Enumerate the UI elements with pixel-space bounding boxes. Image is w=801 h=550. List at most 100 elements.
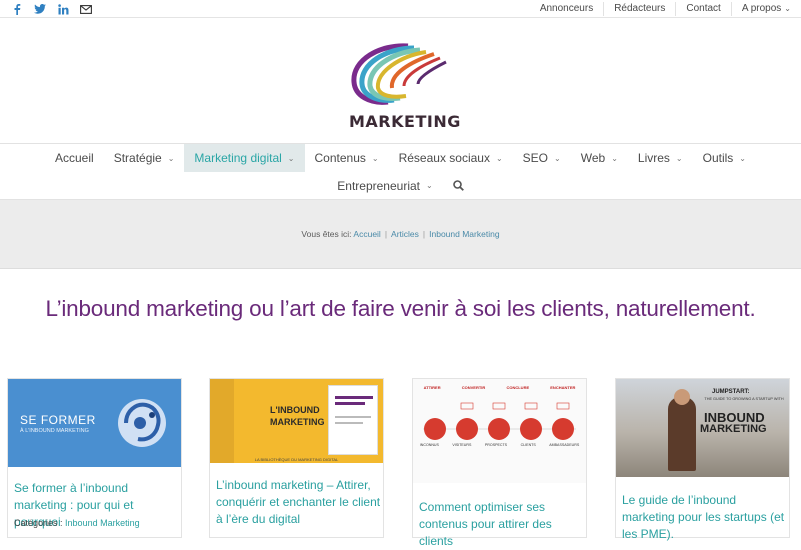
top-bar: Annonceurs Rédacteurs Contact A propos ⌄ [0, 0, 801, 18]
nav-item-label: Livres [637, 151, 670, 165]
linkedin-icon[interactable] [56, 2, 70, 16]
thumb-heading: L'INBOUND [270, 405, 320, 415]
breadcrumb-separator: | [384, 229, 388, 239]
article-title[interactable]: L’inbound marketing – Attirer, conquérir… [216, 477, 382, 528]
nav-item-contenus[interactable]: Contenus ⌄ [305, 144, 389, 172]
main-navigation: Accueil Stratégie ⌄ Marketing digital ⌄ Co… [0, 143, 801, 200]
audience-label: VISITEURS [452, 443, 472, 447]
nav-item-entrepreneuriat[interactable]: Entrepreneuriat ⌄ [327, 172, 442, 200]
stage-label: ENCHANTER [550, 385, 576, 390]
top-link-annonceurs[interactable]: Annonceurs [530, 2, 603, 16]
inbound-stage-labels: ATTIRER CONVERTIR CONCLURE ENCHANTER [413, 385, 586, 390]
breadcrumb-current: Inbound Marketing [429, 229, 500, 239]
nav-item-label: Web [580, 151, 606, 165]
thumb-subheading: À L'INBOUND MARKETING [20, 428, 89, 434]
book-text-line [335, 416, 371, 418]
nav-item-strategie[interactable]: Stratégie ⌄ [104, 144, 185, 172]
book-text-line [335, 422, 363, 424]
thumb-footer: LA BIBLIOTHÈQUE DU MARKETING DIGITAL [254, 457, 339, 462]
book-title-bar [335, 396, 373, 399]
breadcrumb-separator: | [422, 229, 426, 239]
stage-label: ATTIRER [423, 385, 441, 390]
article-thumbnail[interactable]: ATTIRER CONVERTIR CONCLURE ENCHANTER INC… [413, 379, 586, 483]
brain-illustration-icon [118, 399, 166, 447]
chevron-down-icon: ⌄ [675, 153, 683, 163]
nav-item-label: SEO [522, 151, 549, 165]
audience-label: CLIENTS [520, 443, 536, 447]
main-nav-row-1: Accueil Stratégie ⌄ Marketing digital ⌄ Co… [0, 144, 801, 172]
social-links [10, 2, 93, 16]
chevron-down-icon: ⌄ [784, 4, 791, 13]
thumb-heading: SE FORMER [20, 413, 96, 427]
nav-item-web[interactable]: Web ⌄ [571, 144, 628, 172]
chevron-down-icon: ⌄ [371, 153, 379, 163]
breadcrumb-link-accueil[interactable]: Accueil [353, 229, 380, 239]
article-thumbnail[interactable]: JUMPSTART: THE GUIDE TO GROWING A STARTU… [616, 379, 789, 477]
top-link-a-propos[interactable]: A propos ⌄ [730, 2, 801, 16]
article-card[interactable]: JUMPSTART: THE GUIDE TO GROWING A STARTU… [615, 378, 790, 541]
nav-item-outils[interactable]: Outils ⌄ [693, 144, 756, 172]
nav-item-label: Réseaux sociaux [398, 151, 490, 165]
twitter-icon[interactable] [33, 2, 47, 16]
page-title: L’inbound marketing ou l’art de faire ve… [45, 296, 756, 321]
chevron-down-icon: ⌄ [167, 153, 175, 163]
search-button[interactable] [443, 172, 474, 200]
article-title[interactable]: Le guide de l’inbound marketing pour les… [622, 492, 788, 543]
category-link[interactable]: Inbound Marketing [65, 518, 140, 528]
book-title-bar [335, 402, 365, 405]
article-title[interactable]: Comment optimiser ses contenus pour atti… [419, 499, 585, 550]
nav-item-seo[interactable]: SEO ⌄ [513, 144, 571, 172]
article-card[interactable]: ATTIRER CONVERTIR CONCLURE ENCHANTER INC… [412, 378, 587, 548]
thumb-shelf [210, 379, 234, 463]
child-figure-icon [668, 397, 696, 471]
thumb-subheading: THE GUIDE TO GROWING A STARTUP WITH [704, 397, 784, 401]
nav-item-reseaux-sociaux[interactable]: Réseaux sociaux ⌄ [389, 144, 513, 172]
stage-label: CONCLURE [506, 385, 530, 390]
chevron-down-icon: ⌄ [287, 153, 295, 163]
top-link-a-propos-label: A propos [741, 3, 782, 14]
nav-item-label: Accueil [55, 151, 94, 165]
top-navigation: Annonceurs Rédacteurs Contact A propos ⌄ [530, 0, 801, 18]
logo-text: MARKETING [349, 112, 461, 131]
thumb-title-2: MARKETING [700, 423, 767, 435]
book-cover-icon [328, 385, 378, 455]
audience-label: PROSPECTS [484, 443, 508, 447]
mail-icon[interactable] [79, 2, 93, 16]
chevron-down-icon: ⌄ [426, 181, 433, 190]
breadcrumb-link-articles[interactable]: Articles [391, 229, 419, 239]
chevron-down-icon: ⌄ [611, 153, 618, 163]
article-card[interactable]: L'INBOUND MARKETING LA BIBLIOTHÈQUE DU M… [209, 378, 384, 538]
breadcrumb: Vous êtes ici: Accueil | Articles | Inbound … [0, 229, 801, 239]
inbound-audience-labels: INCONNUS VISITEURS PROSPECTS CLIENTS AMB… [413, 443, 586, 447]
nav-item-marketing-digital[interactable]: Marketing digital ⌄ [184, 144, 305, 172]
top-link-contact[interactable]: Contact [675, 2, 730, 16]
chevron-down-icon: ⌄ [739, 153, 746, 163]
top-link-redacteurs[interactable]: Rédacteurs [603, 2, 675, 16]
nav-item-label: Marketing digital [194, 151, 282, 165]
article-categories: Catégories : Inbound Marketing [14, 518, 140, 528]
chevron-down-icon: ⌄ [495, 153, 503, 163]
article-thumbnail[interactable]: SE FORMER À L'INBOUND MARKETING [8, 379, 181, 467]
thumb-heading: JUMPSTART: [712, 389, 750, 395]
audience-label: AMBASSADEURS [549, 443, 580, 447]
nav-item-label: Entrepreneuriat [337, 178, 420, 193]
article-card[interactable]: SE FORMER À L'INBOUND MARKETING Se forme… [7, 378, 182, 538]
stage-label: CONVERTIR [461, 385, 486, 390]
inbound-funnel-diagram-icon [423, 402, 576, 440]
nav-item-livres[interactable]: Livres ⌄ [628, 144, 693, 172]
main-nav-row-2: Entrepreneuriat ⌄ [0, 172, 801, 199]
article-thumbnail[interactable]: L'INBOUND MARKETING [210, 379, 383, 463]
page-title-bar: Vous êtes ici: Accueil | Articles | Inbound … [0, 200, 801, 269]
nav-item-label: Outils [702, 151, 734, 165]
facebook-icon[interactable] [10, 2, 24, 16]
categories-label: Catégories : [14, 518, 63, 528]
nav-item-label: Contenus [314, 151, 366, 165]
thumb-subheading: MARKETING [270, 417, 325, 427]
search-icon [452, 180, 464, 191]
breadcrumb-prefix: Vous êtes ici: [301, 229, 352, 239]
chevron-down-icon: ⌄ [554, 153, 561, 163]
nav-item-label: Stratégie [113, 151, 162, 165]
audience-label: INCONNUS [419, 443, 439, 447]
nav-item-accueil[interactable]: Accueil [45, 144, 104, 172]
child-head-icon [674, 389, 690, 405]
